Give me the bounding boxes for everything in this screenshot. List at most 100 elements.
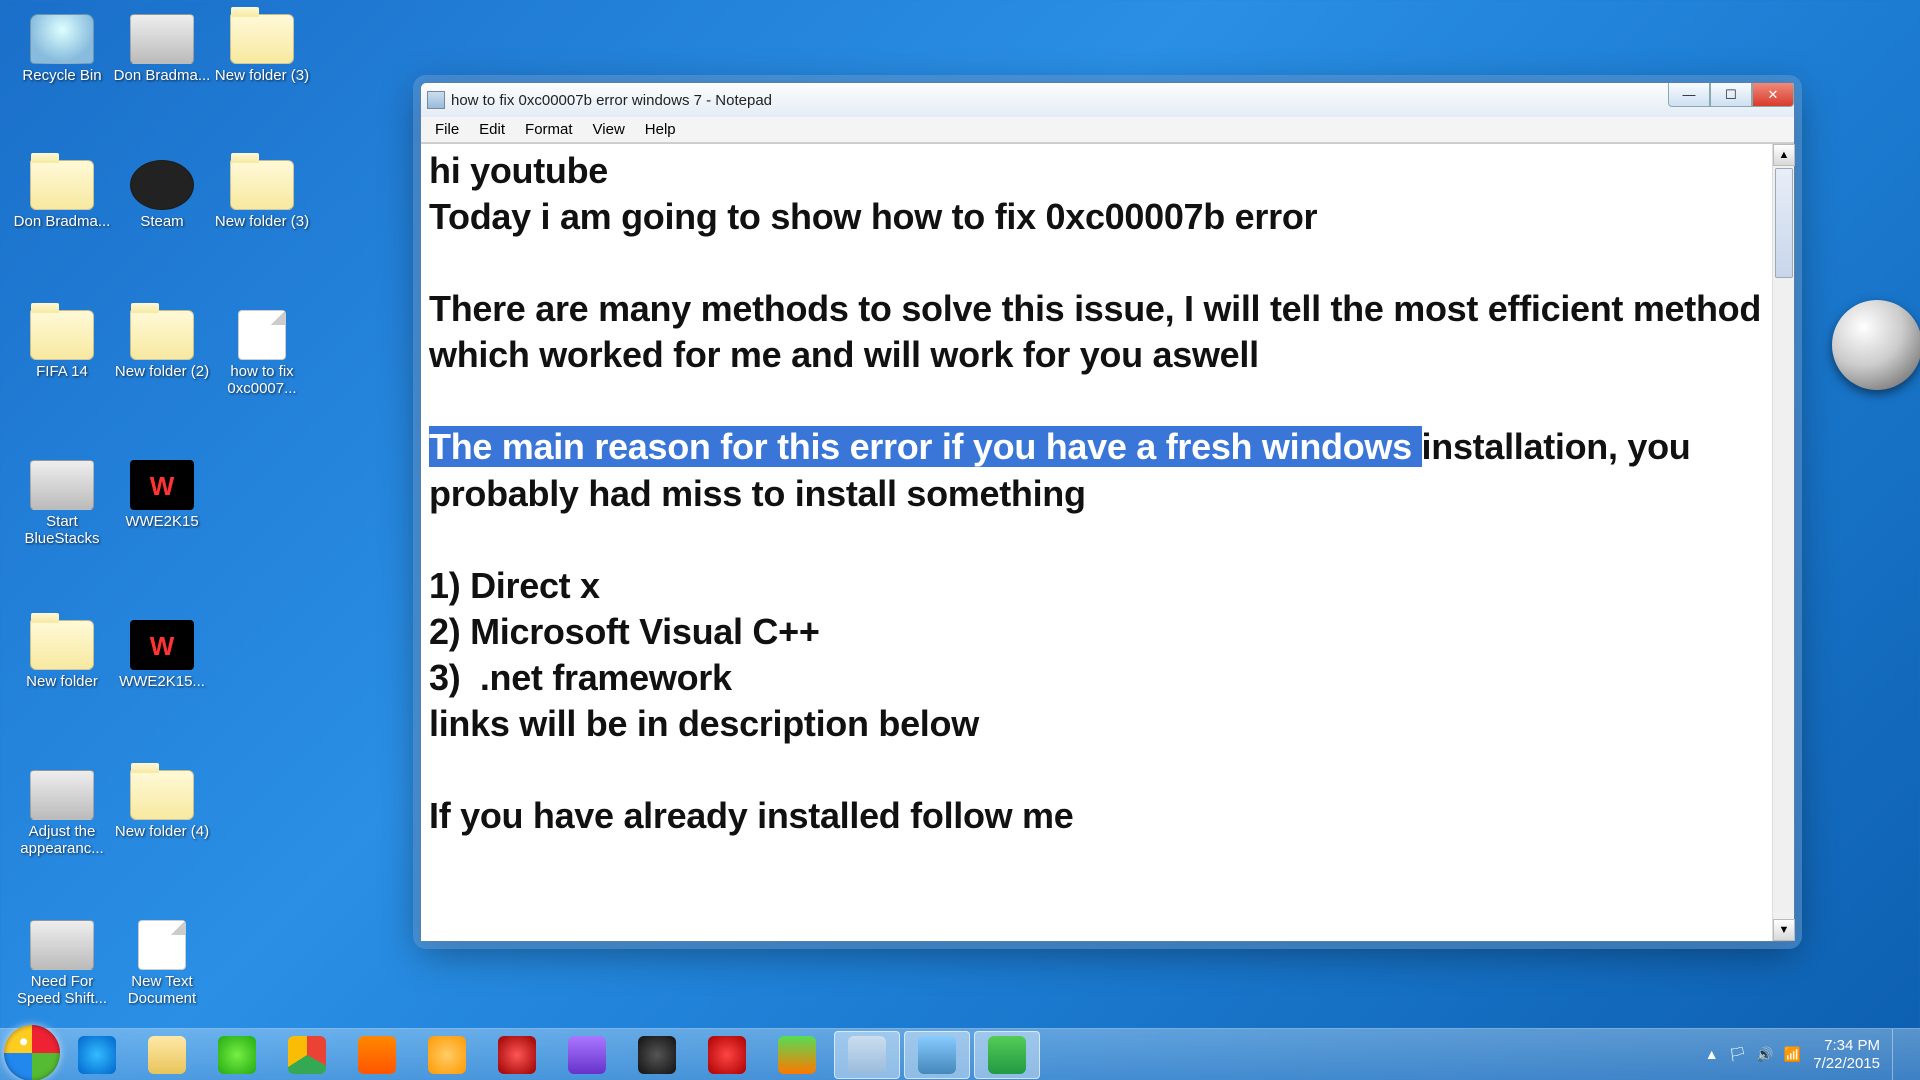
desktop-icon-don-bradma-[interactable]: Don Bradma... [12, 160, 112, 231]
scroll-down-button[interactable]: ▼ [1773, 919, 1795, 941]
menu-help[interactable]: Help [637, 119, 684, 140]
scroll-thumb[interactable] [1775, 168, 1793, 278]
taskbar-obs[interactable] [624, 1031, 690, 1079]
taskbar-record[interactable] [484, 1031, 550, 1079]
icon-label: WWE2K15... [112, 674, 212, 691]
text-area[interactable]: hi youtube Today i am going to show how … [421, 144, 1772, 941]
desktop-icon-adjust-the-appearanc-[interactable]: Adjust the appearanc... [12, 770, 112, 857]
show-desktop-button[interactable] [1892, 1029, 1910, 1080]
camtasia-icon [988, 1036, 1026, 1074]
explorer-icon [148, 1036, 186, 1074]
icon-label: New folder [12, 674, 112, 691]
desktop-icon-need-for-speed-shift-[interactable]: Need For Speed Shift... [12, 920, 112, 1007]
folder-icon [30, 620, 94, 670]
tray-icon-0[interactable]: ▲ [1705, 1046, 1719, 1063]
tray-icon-1[interactable]: 🏳 [1729, 1046, 1747, 1063]
taskbar-ie[interactable] [64, 1031, 130, 1079]
desktop-icon-wwe2k15-[interactable]: WWWE2K15... [112, 620, 212, 691]
icon-label: New folder (3) [212, 68, 312, 85]
folder-icon [30, 310, 94, 360]
task-settings-icon [918, 1036, 956, 1074]
folder-icon [130, 770, 194, 820]
taskbar: ▲ 🏳 🔊 📶 7:34 PM 7/22/2015 [0, 1028, 1920, 1080]
icon-label: New folder (3) [212, 214, 312, 231]
notepad-window: how to fix 0xc00007b error windows 7 - N… [420, 82, 1795, 942]
menu-view[interactable]: View [585, 119, 633, 140]
taskbar-explorer[interactable] [134, 1031, 200, 1079]
text-before: hi youtube Today i am going to show how … [429, 150, 1771, 375]
menu-file[interactable]: File [427, 119, 467, 140]
desktop-icon-new-folder-3-[interactable]: New folder (3) [212, 14, 312, 85]
maximize-button[interactable]: ☐ [1710, 83, 1752, 107]
desktop-icon-wwe2k15[interactable]: W WWE2K15 [112, 460, 212, 531]
vertical-scrollbar[interactable]: ▲ ▼ [1772, 144, 1794, 941]
window-buttons: — ☐ ✕ [1668, 83, 1794, 107]
desktop-icon-how-to-fix-0xc0007-[interactable]: how to fix 0xc0007... [212, 310, 312, 397]
taskbar-media[interactable] [414, 1031, 480, 1079]
icon-label: Recycle Bin [12, 68, 112, 85]
txt-icon [138, 920, 186, 970]
scroll-up-button[interactable]: ▲ [1773, 144, 1795, 166]
icon-label: Steam [112, 214, 212, 231]
taskbar-camtasia[interactable] [974, 1031, 1040, 1079]
task-notepad-icon [848, 1036, 886, 1074]
folder-icon [130, 310, 194, 360]
desktop-icon-fifa-14[interactable]: FIFA 14 [12, 310, 112, 381]
taskbar-app2[interactable] [764, 1031, 830, 1079]
minimize-button[interactable]: — [1668, 83, 1710, 107]
icon-label: New folder (4) [112, 824, 212, 841]
taskbar-opera[interactable] [694, 1031, 760, 1079]
icon-label: Don Bradma... [112, 68, 212, 85]
clock[interactable]: 7:34 PM 7/22/2015 [1813, 1037, 1880, 1072]
system-tray: ▲ 🏳 🔊 📶 7:34 PM 7/22/2015 [1695, 1029, 1920, 1080]
desktop-icon-start-bluestacks[interactable]: Start BlueStacks [12, 460, 112, 547]
taskbar-app1[interactable] [554, 1031, 620, 1079]
tray-icon-2[interactable]: 🔊 [1756, 1046, 1773, 1063]
titlebar[interactable]: how to fix 0xc00007b error windows 7 - N… [421, 83, 1794, 117]
desktop-icon-new-folder-3-[interactable]: New folder (3) [212, 160, 312, 231]
desktop-icon-steam[interactable]: Steam [112, 160, 212, 231]
folder-icon [30, 160, 94, 210]
icon-label: WWE2K15 [112, 514, 212, 531]
window-title: how to fix 0xc00007b error windows 7 - N… [451, 92, 772, 109]
desktop-icon-new-folder-2-[interactable]: New folder (2) [112, 310, 212, 381]
app-icon [30, 460, 94, 510]
clock-date: 7/22/2015 [1813, 1055, 1880, 1072]
app2-icon [778, 1036, 816, 1074]
desktop-icon-new-folder[interactable]: New folder [12, 620, 112, 691]
app1-icon [568, 1036, 606, 1074]
menu-format[interactable]: Format [517, 119, 581, 140]
icon-label: Adjust the appearanc... [12, 824, 112, 857]
folder-icon [230, 14, 294, 64]
text-selection: The main reason for this error if you ha… [429, 426, 1422, 467]
taskbar-chrome[interactable] [274, 1031, 340, 1079]
text-after: installation, you probably had miss to i… [429, 426, 1700, 836]
notepad-icon [427, 91, 445, 109]
start-button[interactable] [4, 1025, 60, 1080]
wwe-icon: W [130, 460, 194, 510]
icon-label: Don Bradma... [12, 214, 112, 231]
desktop-icon-new-folder-4-[interactable]: New folder (4) [112, 770, 212, 841]
taskbar-task-notepad[interactable] [834, 1031, 900, 1079]
taskbar-task-settings[interactable] [904, 1031, 970, 1079]
menu-edit[interactable]: Edit [471, 119, 513, 140]
cpu-gadget[interactable] [1832, 300, 1920, 390]
opera-icon [708, 1036, 746, 1074]
desktop-icon-recycle-bin[interactable]: Recycle Bin [12, 14, 112, 85]
bin-icon [30, 14, 94, 64]
icon-label: New Text Document [112, 974, 212, 1007]
desktop-icon-don-bradma-[interactable]: Don Bradma... [112, 14, 212, 85]
utorrent-icon [218, 1036, 256, 1074]
icon-label: Start BlueStacks [12, 514, 112, 547]
icon-label: Need For Speed Shift... [12, 974, 112, 1007]
tray-icon-3[interactable]: 📶 [1784, 1046, 1801, 1063]
desktop-icon-new-text-document[interactable]: New Text Document [112, 920, 212, 1007]
close-button[interactable]: ✕ [1752, 83, 1794, 107]
txt-icon [238, 310, 286, 360]
taskbar-utorrent[interactable] [204, 1031, 270, 1079]
taskbar-vlc[interactable] [344, 1031, 410, 1079]
obs-icon [638, 1036, 676, 1074]
record-icon [498, 1036, 536, 1074]
icon-label: how to fix 0xc0007... [212, 364, 312, 397]
icon-label: New folder (2) [112, 364, 212, 381]
